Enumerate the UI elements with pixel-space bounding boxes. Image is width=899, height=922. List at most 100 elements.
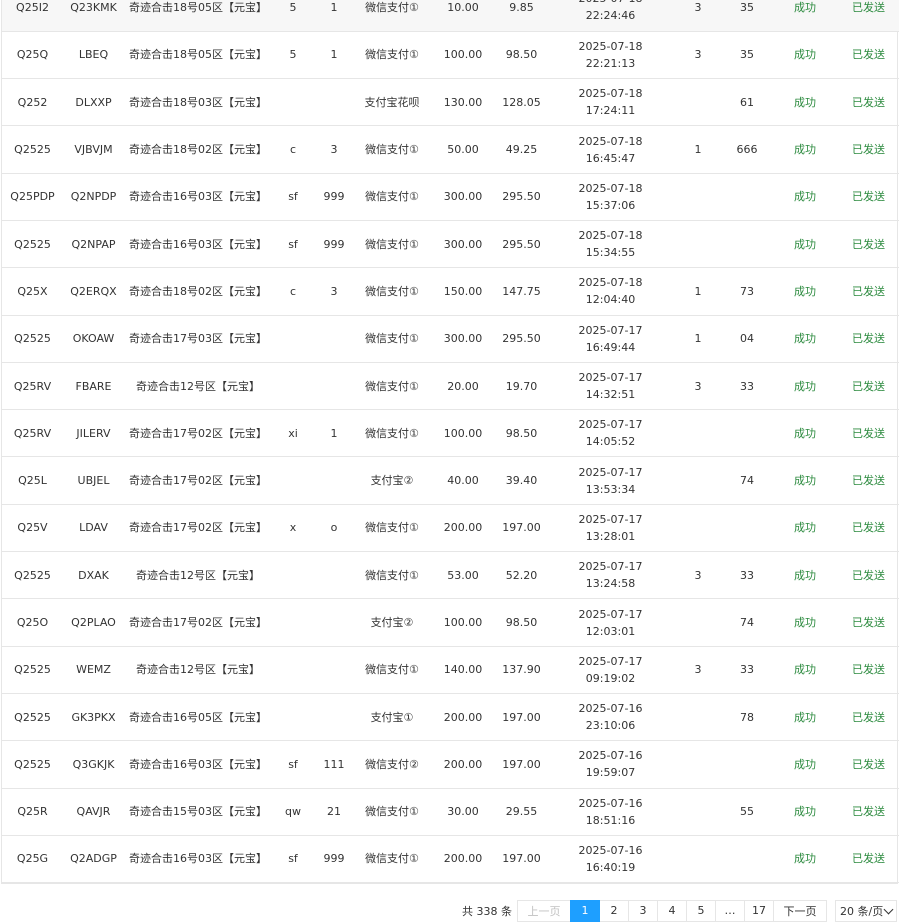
order-time: 14:05:52 [585, 435, 636, 449]
table-row: Q25PDP Q2NPDP 奇迹合击16号03区【元宝】 sf 999 微信支付① 300.… [2, 173, 899, 221]
account-suffix [314, 693, 354, 742]
page-5-button[interactable]: 5 [686, 899, 716, 922]
shipping-status: 已发送 [838, 31, 899, 80]
order-time: 13:28:01 [585, 529, 636, 543]
server-name: 奇迹合击12号区【元宝】 [124, 551, 272, 600]
page-4-button[interactable]: 4 [657, 899, 687, 922]
total-count: 共 338 条 [462, 904, 512, 918]
phone-prefix [674, 788, 722, 836]
amount: 200.00 [430, 693, 496, 742]
received-amount: 295.50 [496, 173, 547, 221]
account-suffix: 1 [314, 0, 354, 32]
order-date: 2025-07-16 [578, 843, 643, 857]
order-datetime: 2025-07-17 16:49:44 [547, 315, 674, 363]
order-date: 2025-07-17 [578, 418, 643, 432]
page-17-button[interactable]: 17 [744, 899, 774, 922]
phone-suffix: 33 [722, 362, 772, 411]
payment-method: 微信支付① [354, 173, 430, 221]
account-prefix [272, 551, 314, 600]
received-amount: 49.25 [496, 125, 547, 174]
page-2-button[interactable]: 2 [599, 899, 629, 922]
phone-prefix: 3 [674, 551, 722, 600]
received-amount: 197.00 [496, 740, 547, 789]
phone-prefix [674, 504, 722, 553]
order-id-prefix: Q25O [2, 598, 63, 647]
shipping-status: 已发送 [838, 551, 899, 600]
phone-suffix: 33 [722, 646, 772, 694]
order-datetime: 2025-07-18 15:37:06 [547, 173, 674, 221]
phone-suffix: 35 [722, 31, 772, 80]
account-suffix: 999 [314, 220, 354, 269]
order-time: 16:40:19 [585, 860, 636, 874]
next-page-button[interactable]: 下一页 [773, 899, 827, 922]
phone-suffix [722, 835, 772, 884]
account-prefix [272, 78, 314, 127]
account-prefix: sf [272, 220, 314, 269]
amount: 130.00 [430, 78, 496, 127]
payment-method: 支付宝① [354, 693, 430, 742]
phone-suffix: 04 [722, 315, 772, 363]
received-amount: 39.40 [496, 456, 547, 505]
table-row: Q2525 DXAK 奇迹合击12号区【元宝】 微信支付① 53.00 52.20 2025… [2, 551, 899, 600]
shipping-status: 已发送 [838, 315, 899, 363]
payment-method: 支付宝② [354, 598, 430, 647]
account-prefix [272, 598, 314, 647]
server-name: 奇迹合击17号02区【元宝】 [124, 409, 272, 458]
amount: 200.00 [430, 835, 496, 884]
order-code: Q2ADGP [63, 835, 124, 884]
order-date: 2025-07-18 [578, 87, 643, 101]
shipping-status: 已发送 [838, 409, 899, 458]
order-id-prefix: Q25V [2, 504, 63, 553]
order-code: WEMZ [63, 646, 124, 694]
amount: 200.00 [430, 740, 496, 789]
account-suffix: o [314, 504, 354, 553]
shipping-status: 已发送 [838, 646, 899, 694]
prev-page-button[interactable]: 上一页 [517, 899, 571, 922]
table-row: Q2525 Q2NPAP 奇迹合击16号03区【元宝】 sf 999 微信支付① 300.0… [2, 220, 899, 269]
order-date: 2025-07-17 [578, 512, 643, 526]
phone-suffix [722, 220, 772, 269]
chevron-down-icon [883, 904, 894, 914]
shipping-status: 已发送 [838, 267, 899, 316]
payment-method: 微信支付① [354, 788, 430, 836]
order-id-prefix: Q25I2 [2, 0, 63, 32]
status-badge: 成功 [772, 835, 838, 884]
status-badge: 成功 [772, 456, 838, 505]
order-datetime: 2025-07-17 14:05:52 [547, 409, 674, 458]
order-id-prefix: Q2525 [2, 551, 63, 600]
account-suffix: 3 [314, 267, 354, 316]
order-code: FBARE [63, 362, 124, 411]
phone-suffix: 73 [722, 267, 772, 316]
amount: 100.00 [430, 598, 496, 647]
page-1-button[interactable]: 1 [570, 899, 600, 922]
payment-method: 微信支付① [354, 551, 430, 600]
status-badge: 成功 [772, 315, 838, 363]
page-size-select[interactable]: 20 条/页 [835, 899, 897, 922]
phone-suffix [722, 504, 772, 553]
table-row: Q25R QAVJR 奇迹合击15号03区【元宝】 qw 21 微信支付① 30.00 29.… [2, 788, 899, 836]
received-amount: 29.55 [496, 788, 547, 836]
shipping-status: 已发送 [838, 456, 899, 505]
page-3-button[interactable]: 3 [628, 899, 658, 922]
order-date: 2025-07-18 [578, 134, 643, 148]
payment-method: 微信支付① [354, 31, 430, 80]
shipping-status: 已发送 [838, 504, 899, 553]
order-id-prefix: Q2525 [2, 693, 63, 742]
shipping-status: 已发送 [838, 693, 899, 742]
table-row: Q25L UBJEL 奇迹合击17号02区【元宝】 支付宝② 40.00 39.40 202… [2, 456, 899, 505]
order-id-prefix: Q2525 [2, 315, 63, 363]
table-row: Q25V LDAV 奇迹合击17号02区【元宝】 x o 微信支付① 200.00 197.0… [2, 504, 899, 553]
account-suffix: 999 [314, 835, 354, 884]
order-date: 2025-07-18 [578, 229, 643, 243]
amount: 100.00 [430, 409, 496, 458]
payment-method: 微信支付① [354, 504, 430, 553]
phone-suffix: 74 [722, 456, 772, 505]
server-name: 奇迹合击16号05区【元宝】 [124, 693, 272, 742]
table-row: Q2525 VJBVJM 奇迹合击18号02区【元宝】 c 3 微信支付① 50.00 49.… [2, 125, 899, 174]
order-code: Q2PLAO [63, 598, 124, 647]
account-suffix [314, 598, 354, 647]
order-id-prefix: Q25L [2, 456, 63, 505]
orders-table-body: Q25I2 Q23KMK 奇迹合击18号05区【元宝】 5 1 微信支付① 10.00 9.8… [2, 0, 899, 884]
phone-suffix: 74 [722, 598, 772, 647]
shipping-status: 已发送 [838, 598, 899, 647]
